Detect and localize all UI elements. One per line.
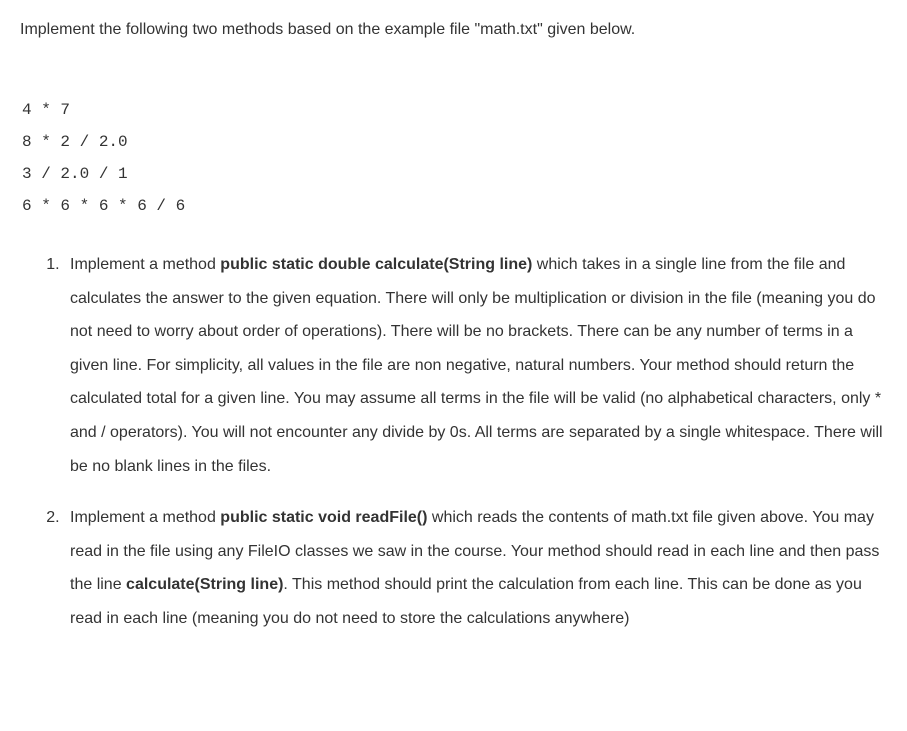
question-2-inner-method: calculate(String line)	[126, 576, 283, 593]
question-1-pre: Implement a method	[70, 256, 220, 273]
question-item-1: Implement a method public static double …	[64, 248, 887, 483]
code-line: 4 * 7	[22, 101, 70, 119]
intro-text: Implement the following two methods base…	[20, 18, 887, 42]
question-1-method-signature: public static double calculate(String li…	[220, 256, 532, 273]
code-line: 6 * 6 * 6 * 6 / 6	[22, 197, 185, 215]
question-2-method-signature: public static void readFile()	[220, 509, 427, 526]
code-example: 4 * 7 8 * 2 / 2.0 3 / 2.0 / 1 6 * 6 * 6 …	[20, 62, 887, 222]
code-line: 8 * 2 / 2.0	[22, 133, 128, 151]
question-item-2: Implement a method public static void re…	[64, 501, 887, 635]
question-2-pre: Implement a method	[70, 509, 220, 526]
question-1-post: which takes in a single line from the fi…	[70, 256, 883, 475]
question-list: Implement a method public static double …	[20, 248, 887, 636]
code-line: 3 / 2.0 / 1	[22, 165, 128, 183]
